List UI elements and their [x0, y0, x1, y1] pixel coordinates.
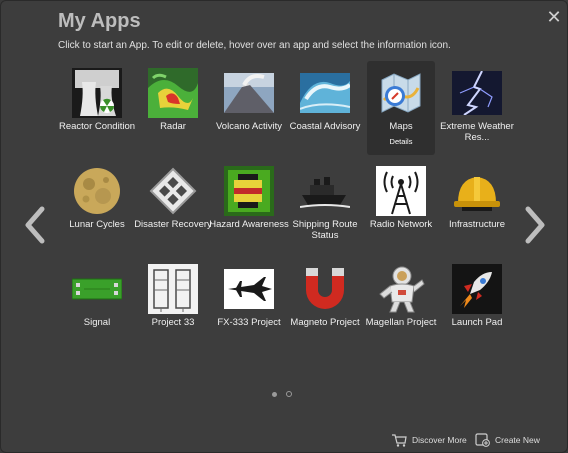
app-tile-infrastructure[interactable]: Infrastructure — [443, 159, 511, 253]
app-tile-lunar-cycles[interactable]: Lunar Cycles — [63, 159, 131, 253]
blueprint-icon — [148, 264, 198, 314]
moon-icon — [72, 166, 122, 216]
app-label: Maps — [389, 121, 413, 132]
radar-icon — [148, 68, 198, 118]
app-label: FX-333 Project — [217, 317, 281, 328]
jet-icon — [224, 264, 274, 314]
page-dot-1[interactable] — [272, 392, 277, 397]
ship-icon — [300, 166, 350, 216]
reactor-icon — [72, 68, 122, 118]
app-tile-extreme-weather[interactable]: Extreme Weather Res... — [440, 61, 514, 155]
app-label: Radio Network — [369, 219, 433, 230]
app-label: Project 33 — [151, 317, 195, 328]
app-tile-magellan-project[interactable]: Magellan Project — [366, 257, 436, 351]
app-grid: Reactor Condition Radar Volcano Activity… — [59, 61, 519, 361]
discover-more-label: Discover More — [412, 435, 467, 445]
app-tile-radar[interactable]: Radar — [139, 61, 207, 155]
cart-icon — [392, 434, 407, 447]
app-label: Magneto Project — [290, 317, 360, 328]
next-page-button[interactable] — [523, 206, 547, 244]
app-label: Hazard Awareness — [209, 219, 289, 230]
app-tile-fx-333-project[interactable]: FX-333 Project — [215, 257, 283, 351]
app-label: Magellan Project — [365, 317, 437, 328]
chevron-right-icon — [525, 206, 545, 244]
maps-icon — [376, 68, 426, 118]
app-label: Reactor Condition — [58, 121, 136, 132]
astronaut-icon — [376, 264, 426, 314]
signal-board-icon — [72, 264, 122, 314]
hard-hat-icon — [452, 166, 502, 216]
app-label: Infrastructure — [449, 219, 505, 230]
app-label: Signal — [83, 317, 111, 328]
magnet-icon — [300, 264, 350, 314]
page-dot-2[interactable] — [286, 391, 292, 397]
disaster-recovery-icon — [148, 166, 198, 216]
app-tile-volcano-activity[interactable]: Volcano Activity — [215, 61, 283, 155]
discover-more-button[interactable]: Discover More — [391, 433, 467, 447]
dialog-title: My Apps — [58, 10, 141, 32]
app-label: Coastal Advisory — [289, 121, 361, 132]
app-label: Radar — [160, 121, 186, 132]
add-icon — [475, 433, 490, 447]
app-tile-reactor-condition[interactable]: Reactor Condition — [59, 61, 135, 155]
app-tile-launch-pad[interactable]: Launch Pad — [443, 257, 511, 351]
app-tile-signal[interactable]: Signal — [63, 257, 131, 351]
app-label: Shipping Route Status — [292, 219, 358, 241]
rocket-icon — [452, 264, 502, 314]
details-link[interactable]: Details — [367, 137, 435, 146]
create-new-label: Create New — [495, 435, 540, 445]
volcano-icon — [224, 68, 274, 118]
hazard-icon — [224, 166, 274, 216]
my-apps-dialog: My Apps ✕ Click to start an App. To edit… — [0, 0, 568, 453]
app-label: Extreme Weather Res... — [440, 121, 514, 143]
lightning-icon — [452, 68, 502, 118]
app-tile-hazard-awareness[interactable]: Hazard Awareness — [209, 159, 289, 253]
app-tile-project-33[interactable]: Project 33 — [139, 257, 207, 351]
app-label: Disaster Recovery — [134, 219, 212, 230]
dialog-instructions: Click to start an App. To edit or delete… — [58, 40, 451, 51]
app-tile-magneto-project[interactable]: Magneto Project — [290, 257, 360, 351]
radio-tower-icon — [376, 166, 426, 216]
chevron-left-icon — [25, 206, 45, 244]
app-tile-shipping-route-status[interactable]: Shipping Route Status — [291, 159, 359, 253]
app-tile-coastal-advisory[interactable]: Coastal Advisory — [290, 61, 360, 155]
create-new-button[interactable]: Create New — [475, 433, 540, 447]
app-label: Launch Pad — [451, 317, 503, 328]
pagination-dots — [272, 384, 301, 402]
previous-page-button[interactable] — [23, 206, 47, 244]
app-label: Volcano Activity — [215, 121, 282, 132]
wave-icon — [300, 68, 350, 118]
close-icon[interactable]: ✕ — [546, 8, 562, 26]
app-tile-maps[interactable]: Maps Details — [367, 61, 435, 155]
app-label: Lunar Cycles — [69, 219, 125, 230]
app-tile-disaster-recovery[interactable]: Disaster Recovery — [134, 159, 212, 253]
app-tile-radio-network[interactable]: Radio Network — [367, 159, 435, 253]
